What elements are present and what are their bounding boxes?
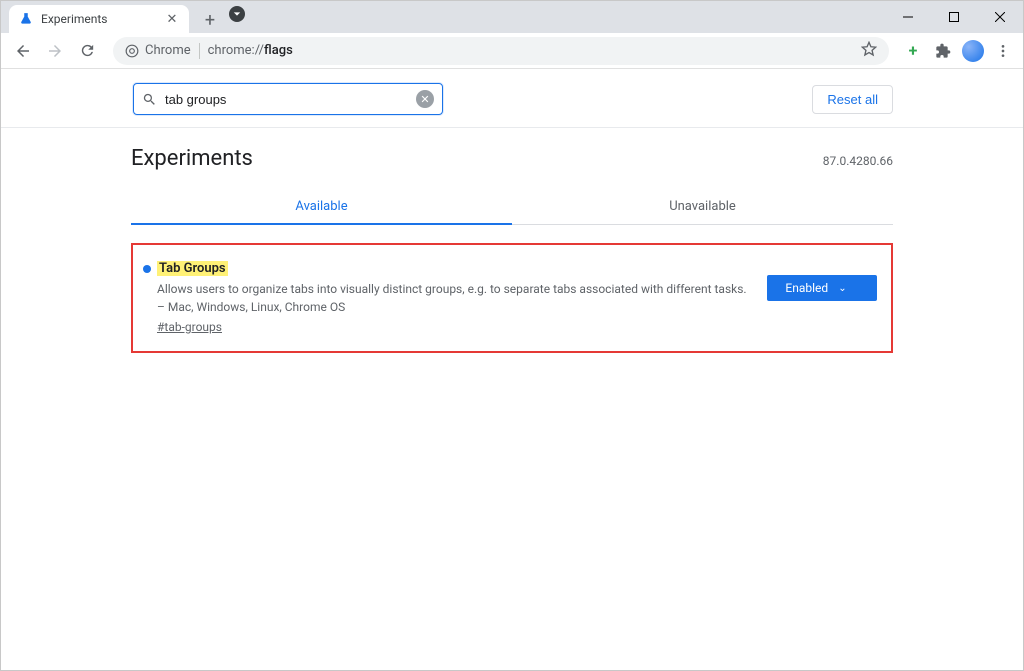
- url-text: chrome://flags: [208, 43, 293, 58]
- address-bar[interactable]: Chrome chrome://flags: [113, 37, 889, 65]
- site-info-chip[interactable]: Chrome: [125, 43, 191, 58]
- divider: [1, 127, 1023, 128]
- titlebar: Experiments ✕ +: [1, 1, 1023, 33]
- reload-button[interactable]: [73, 37, 101, 65]
- experiment-title: Tab Groups: [157, 261, 228, 276]
- back-button[interactable]: [9, 37, 37, 65]
- extensions-icon[interactable]: [931, 39, 955, 63]
- forward-button[interactable]: [41, 37, 69, 65]
- close-window-button[interactable]: [977, 1, 1023, 33]
- bookmark-star-icon[interactable]: [861, 41, 877, 61]
- version-label: 87.0.4280.66: [823, 154, 893, 168]
- profile-avatar[interactable]: [961, 39, 985, 63]
- search-box[interactable]: ✕: [133, 83, 443, 115]
- experiment-info: Tab Groups Allows users to organize tabs…: [143, 261, 747, 335]
- highlighted-experiment: Tab Groups Allows users to organize tabs…: [131, 243, 893, 353]
- experiment-hash-link[interactable]: #tab-groups: [157, 320, 222, 334]
- tabs: Available Unavailable: [131, 189, 893, 225]
- browser-toolbar: Chrome chrome://flags +: [1, 33, 1023, 69]
- experiment-row: Tab Groups Allows users to organize tabs…: [143, 261, 877, 335]
- page-content: ✕ Reset all Experiments 87.0.4280.66 Ava…: [1, 69, 1023, 670]
- origin-label: Chrome: [145, 43, 191, 58]
- new-tab-button[interactable]: +: [197, 7, 223, 33]
- experiment-state-select[interactable]: Enabled ⌄: [767, 275, 877, 301]
- chrome-icon: [125, 44, 139, 58]
- window-controls: [885, 1, 1023, 33]
- clear-search-button[interactable]: ✕: [416, 90, 434, 108]
- close-tab-button[interactable]: ✕: [165, 12, 179, 26]
- bullet-icon: [143, 265, 151, 273]
- search-input[interactable]: [165, 92, 408, 107]
- kebab-menu-icon[interactable]: [991, 39, 1015, 63]
- page-title: Experiments: [131, 146, 253, 171]
- search-row: ✕ Reset all: [131, 69, 893, 127]
- tab-available[interactable]: Available: [131, 189, 512, 224]
- tab-title: Experiments: [41, 12, 157, 26]
- chevron-down-icon: ⌄: [838, 283, 846, 294]
- browser-window: Experiments ✕ + Chrome chr: [0, 0, 1024, 671]
- search-icon: [142, 92, 157, 107]
- select-value: Enabled: [785, 281, 828, 295]
- omnibox-divider: [199, 43, 200, 59]
- toolbar-actions: +: [901, 39, 1015, 63]
- reset-all-button[interactable]: Reset all: [812, 85, 893, 114]
- heading-row: Experiments 87.0.4280.66: [131, 140, 893, 189]
- minimize-button[interactable]: [885, 1, 931, 33]
- flask-icon: [19, 12, 33, 26]
- tab-unavailable[interactable]: Unavailable: [512, 189, 893, 224]
- browser-tab[interactable]: Experiments ✕: [9, 5, 189, 33]
- extension-plus-icon[interactable]: +: [901, 39, 925, 63]
- maximize-button[interactable]: [931, 1, 977, 33]
- experiment-description: Allows users to organize tabs into visua…: [157, 280, 747, 316]
- tab-search-button[interactable]: [229, 6, 245, 22]
